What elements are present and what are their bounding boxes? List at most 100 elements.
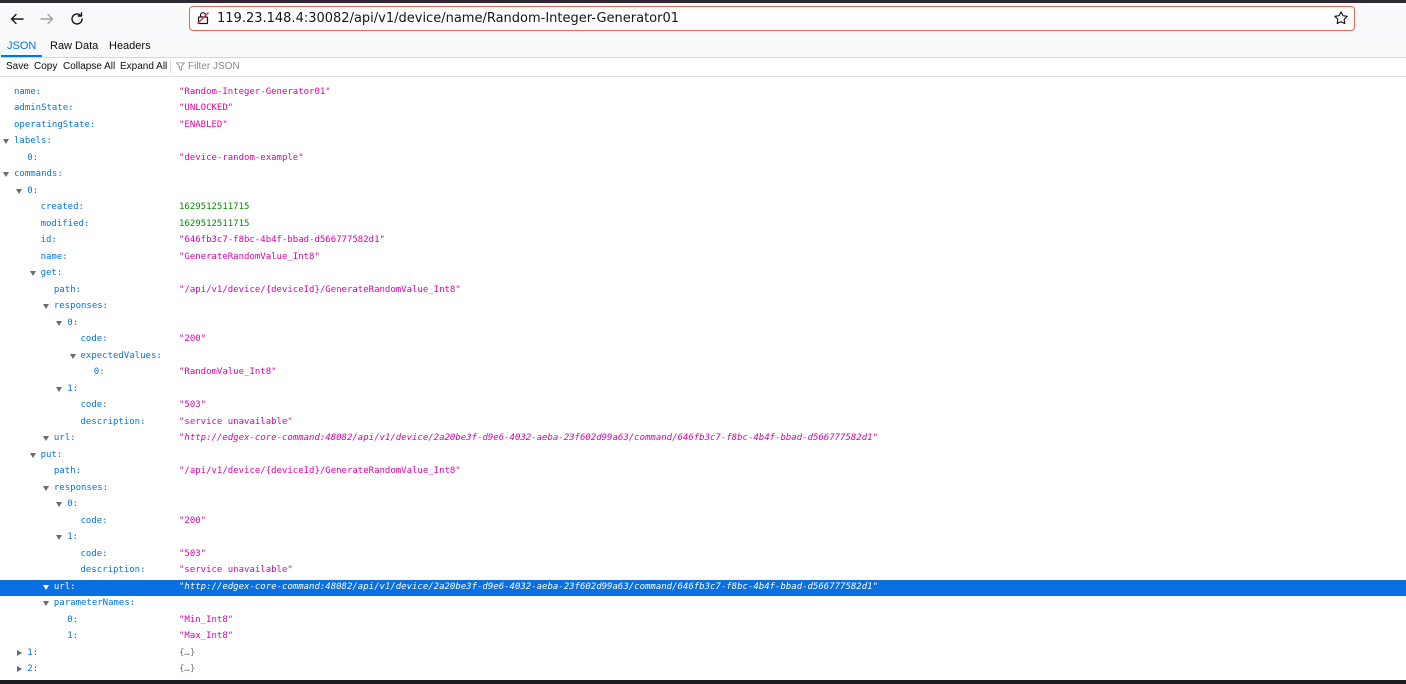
json-value: "…"	[179, 77, 195, 80]
json-viewer-tabs: JSON Raw Data Headers	[0, 37, 1406, 58]
collapse-arrow-icon[interactable]	[56, 386, 63, 392]
copy-button[interactable]: Copy	[34, 61, 57, 72]
collapse-arrow-icon[interactable]	[29, 271, 36, 276]
json-tree-row[interactable]: get:	[0, 266, 1406, 282]
json-value: "Max_Int8"	[179, 631, 234, 641]
collapse-arrow-icon[interactable]	[42, 601, 49, 606]
json-tree-row[interactable]: code: "200"	[0, 332, 1406, 348]
json-value: "503"	[179, 548, 207, 559]
json-key: 1:	[27, 647, 39, 658]
reload-icon	[71, 12, 83, 25]
address-bar[interactable]: 119.23.148.4:30082/api/v1/device/name/Ra…	[189, 6, 1355, 31]
expand-arrow-icon[interactable]	[17, 666, 23, 672]
json-key: url:	[53, 433, 76, 443]
collapse-arrow-icon[interactable]	[3, 172, 9, 177]
json-tree-row[interactable]: 0: "RandomValue_Int8"	[0, 365, 1406, 381]
json-value: "ENABLED"	[179, 119, 228, 130]
json-tree-row[interactable]: 0:	[0, 497, 1406, 513]
tab-headers[interactable]: Headers	[103, 37, 157, 56]
arrow-left-icon	[10, 13, 24, 25]
json-tree-row[interactable]: 0:	[0, 184, 1406, 200]
json-tree-row[interactable]: url: "http://edgex-core-command:48082/api…	[0, 579, 1406, 596]
json-tree-row[interactable]: name: "Random-Integer-Generator01"	[0, 85, 1406, 101]
json-key: expectedValues:	[80, 350, 162, 361]
collapse-arrow-icon[interactable]	[3, 139, 9, 144]
collapse-arrow-icon[interactable]	[56, 535, 63, 540]
json-key: created:	[40, 202, 84, 212]
json-key: id:	[14, 77, 30, 80]
json-tree-row[interactable]: 1: {…}	[0, 646, 1406, 662]
json-key: commands:	[14, 169, 63, 179]
json-tree-row[interactable]: put:	[0, 448, 1406, 464]
collapse-arrow-icon[interactable]	[42, 304, 49, 309]
json-key: description:	[80, 565, 146, 575]
json-value: "Min_Int8"	[179, 614, 234, 625]
json-tree-row[interactable]: description: "service unavailable"	[0, 415, 1406, 431]
json-tree-row[interactable]: path: "/api/v1/device/{deviceId}/Generate…	[0, 464, 1406, 480]
save-button[interactable]: Save	[6, 61, 29, 72]
back-button[interactable]	[5, 7, 29, 31]
reload-button[interactable]	[65, 7, 89, 31]
json-key: description:	[80, 416, 146, 427]
json-key: code:	[80, 548, 108, 559]
expand-all-button[interactable]: Expand All	[120, 61, 167, 72]
tab-json[interactable]: JSON	[1, 37, 43, 57]
json-key: name:	[14, 86, 42, 97]
json-value: "200"	[179, 334, 207, 344]
collapse-all-button[interactable]: Collapse All	[63, 61, 115, 72]
json-tree-row[interactable]: code: "503"	[0, 547, 1406, 563]
json-tree-row[interactable]: parameterNames:	[0, 596, 1406, 612]
bookmark-star-icon[interactable]	[1333, 10, 1349, 26]
json-value: "service unavailable"	[179, 565, 293, 575]
filter-json-input[interactable]: Filter JSON	[188, 61, 240, 72]
collapse-arrow-icon[interactable]	[69, 353, 76, 359]
json-value: {…}	[179, 647, 196, 658]
forward-button[interactable]	[35, 7, 59, 31]
json-key: code:	[80, 334, 108, 344]
json-value: "GenerateRandomValue_Int8"	[179, 251, 320, 262]
tab-raw-data[interactable]: Raw Data	[44, 37, 104, 56]
json-tree-row[interactable]: 0: "device-random-example"	[0, 151, 1406, 167]
collapse-arrow-icon[interactable]	[29, 452, 36, 458]
collapse-arrow-icon[interactable]	[42, 584, 49, 590]
json-tree-row[interactable]: 0: "Min_Int8"	[0, 613, 1406, 629]
json-tree-row[interactable]: code: "200"	[0, 514, 1406, 530]
json-tree-row[interactable]: created: 1629512511715	[0, 200, 1406, 216]
collapse-arrow-icon[interactable]	[42, 436, 49, 441]
json-tree-row[interactable]: 2: {…}	[0, 662, 1406, 678]
lock-insecure-icon[interactable]	[196, 11, 210, 25]
json-tree-row[interactable]: description: "service unavailable"	[0, 563, 1406, 579]
json-tree-row[interactable]: 1:	[0, 530, 1406, 546]
collapse-arrow-icon[interactable]	[56, 502, 63, 507]
json-key: labels:	[14, 136, 52, 146]
json-tree-row[interactable]: path: "/api/v1/device/{deviceId}/Generate…	[0, 283, 1406, 299]
json-value: "/api/v1/device/{deviceId}/GenerateRando…	[179, 466, 461, 476]
json-tree-row[interactable]: operatingState: "ENABLED"	[0, 118, 1406, 134]
collapse-arrow-icon[interactable]	[42, 485, 49, 491]
url-text[interactable]: 119.23.148.4:30082/api/v1/device/name/Ra…	[217, 11, 679, 26]
json-tree-row[interactable]: 0:	[0, 316, 1406, 332]
json-tree-row[interactable]: adminState: "UNLOCKED"	[0, 101, 1406, 117]
collapse-arrow-icon[interactable]	[56, 320, 63, 326]
json-tree-row[interactable]: 1: "Max_Int8"	[0, 629, 1406, 645]
expand-arrow-icon[interactable]	[17, 649, 23, 656]
json-key: 1:	[67, 532, 79, 542]
json-value: "device-random-example"	[179, 152, 304, 163]
json-key: code:	[80, 400, 108, 410]
toolbar-divider	[170, 60, 171, 73]
json-tree-row[interactable]: commands:	[0, 167, 1406, 183]
collapse-arrow-icon[interactable]	[16, 188, 23, 194]
json-tree-row[interactable]: 1:	[0, 382, 1406, 398]
json-tree-row[interactable]: modified: 1629512511715	[0, 217, 1406, 233]
json-value: "/api/v1/device/{deviceId}/GenerateRando…	[179, 284, 461, 295]
json-tree-row[interactable]: id: "…"	[0, 77, 1406, 84]
json-tree-row[interactable]: name: "GenerateRandomValue_Int8"	[0, 250, 1406, 266]
json-tree-row[interactable]: expectedValues:	[0, 349, 1406, 365]
json-tree-row[interactable]: responses:	[0, 299, 1406, 315]
json-tree-row[interactable]: labels:	[0, 134, 1406, 150]
json-tree-row[interactable]: id: "646fb3c7-f8bc-4b4f-bbad-d566777582d1…	[0, 233, 1406, 249]
json-tree-row[interactable]: responses:	[0, 481, 1406, 497]
json-key: 0:	[67, 614, 79, 625]
json-tree-row[interactable]: code: "503"	[0, 398, 1406, 414]
json-tree-row[interactable]: url: "http://edgex-core-command:48082/api…	[0, 431, 1406, 447]
